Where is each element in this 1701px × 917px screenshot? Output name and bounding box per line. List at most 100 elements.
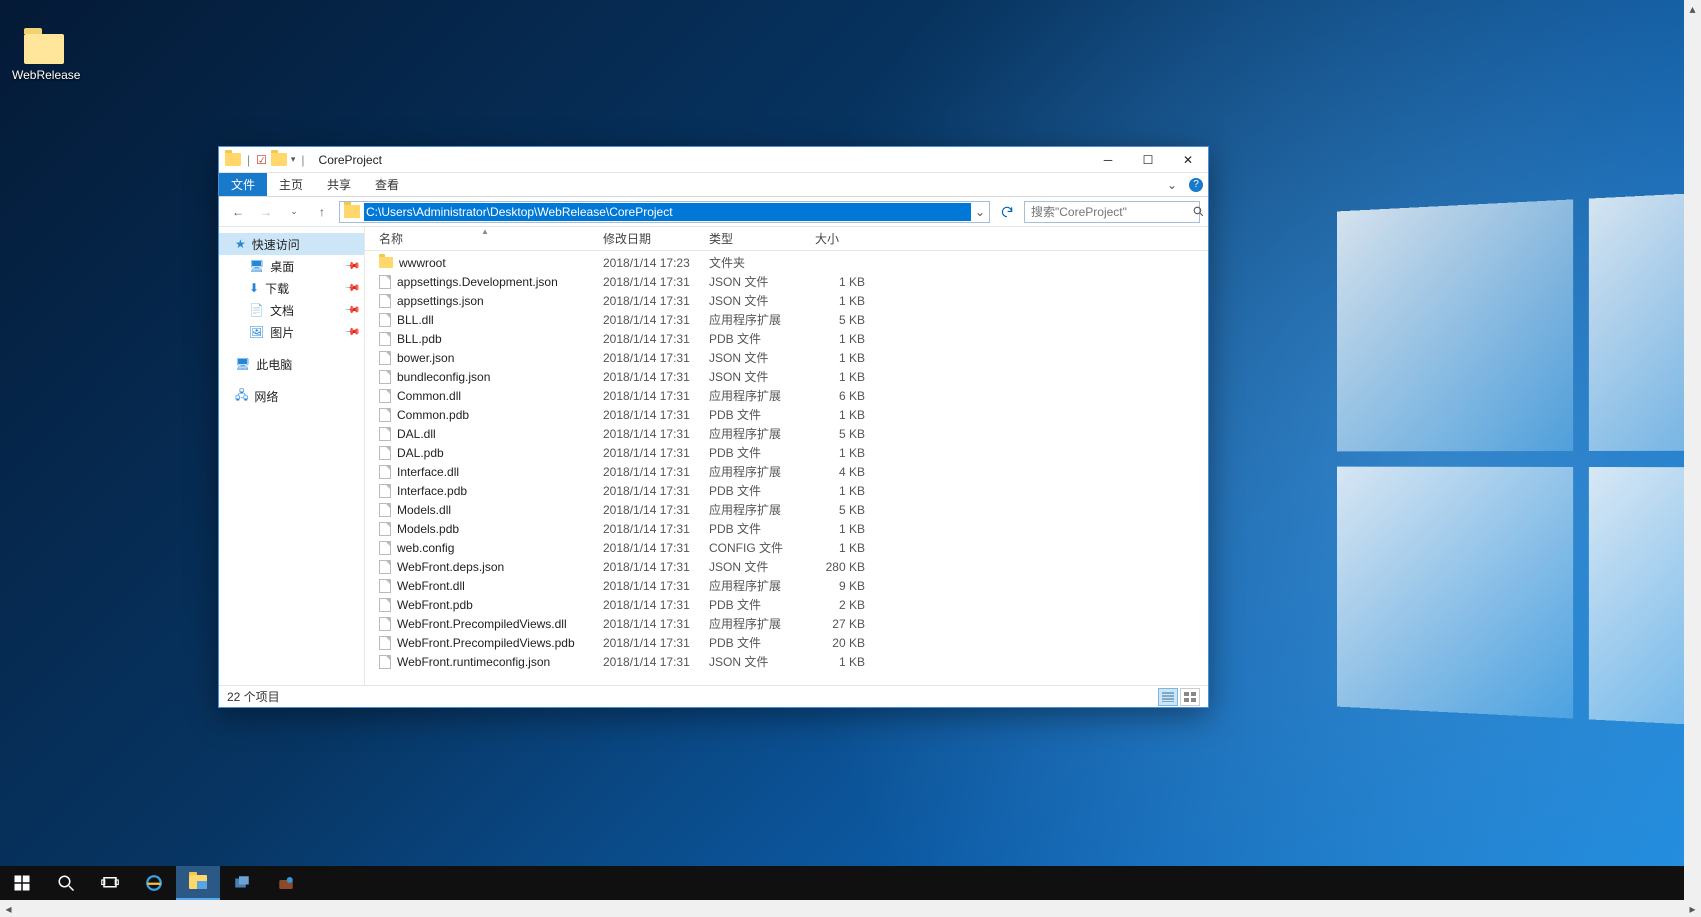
maximize-button[interactable]: ☐ (1128, 147, 1168, 172)
sidebar-item-pictures[interactable]: 🖼图片📌 (233, 321, 364, 343)
file-row[interactable]: DAL.pdb2018/1/14 17:31PDB 文件1 KB (365, 443, 1208, 462)
sidebar-item-label: 桌面 (270, 258, 294, 275)
file-row[interactable]: BLL.dll2018/1/14 17:31应用程序扩展5 KB (365, 310, 1208, 329)
desktop[interactable]: WebRelease | ☑ ▾ | CoreProject ─ ☐ ✕ 文件 … (0, 0, 1701, 917)
file-name: DAL.dll (397, 427, 436, 441)
file-name: bower.json (397, 351, 454, 365)
desktop-icon-webrelease[interactable]: WebRelease (12, 34, 76, 82)
file-type: JSON 文件 (703, 653, 809, 670)
file-row[interactable]: WebFront.dll2018/1/14 17:31应用程序扩展9 KB (365, 576, 1208, 595)
forward-button[interactable]: → (255, 201, 277, 223)
file-row[interactable]: appsettings.Development.json2018/1/14 17… (365, 272, 1208, 291)
sidebar-item-downloads[interactable]: ⬇下载📌 (233, 277, 364, 299)
taskbar-ie[interactable] (132, 866, 176, 900)
file-icon (379, 522, 391, 536)
minimize-button[interactable]: ─ (1088, 147, 1128, 172)
recent-dropdown-icon[interactable]: ⌄ (283, 201, 305, 223)
file-date: 2018/1/14 17:31 (597, 636, 703, 650)
file-row[interactable]: web.config2018/1/14 17:31CONFIG 文件1 KB (365, 538, 1208, 557)
help-button[interactable]: ? (1184, 173, 1208, 196)
file-date: 2018/1/14 17:31 (597, 427, 703, 441)
file-size: 6 KB (809, 389, 871, 403)
view-icons-button[interactable] (1180, 688, 1200, 706)
file-row[interactable]: Common.dll2018/1/14 17:31应用程序扩展6 KB (365, 386, 1208, 405)
file-name: WebFront.pdb (397, 598, 473, 612)
file-row[interactable]: Common.pdb2018/1/14 17:31PDB 文件1 KB (365, 405, 1208, 424)
file-date: 2018/1/14 17:31 (597, 560, 703, 574)
file-date: 2018/1/14 17:31 (597, 579, 703, 593)
browser-hscrollbar[interactable]: ◂ ▸ (0, 900, 1701, 917)
file-row[interactable]: WebFront.PrecompiledViews.dll2018/1/14 1… (365, 614, 1208, 633)
column-size[interactable]: 大小 (809, 230, 871, 247)
column-date[interactable]: 修改日期 (597, 230, 703, 247)
file-row[interactable]: WebFront.PrecompiledViews.pdb2018/1/14 1… (365, 633, 1208, 652)
file-row[interactable]: DAL.dll2018/1/14 17:31应用程序扩展5 KB (365, 424, 1208, 443)
sidebar-item-thispc[interactable]: 🖥此电脑 (219, 353, 364, 375)
pin-icon: 📌 (343, 324, 360, 341)
back-button[interactable]: ← (227, 201, 249, 223)
file-size: 20 KB (809, 636, 871, 650)
file-row[interactable]: WebFront.deps.json2018/1/14 17:31JSON 文件… (365, 557, 1208, 576)
start-button[interactable] (0, 866, 44, 900)
tab-home[interactable]: 主页 (267, 173, 315, 196)
qat-properties-icon[interactable]: ☑ (256, 153, 267, 167)
search-icon[interactable] (1192, 205, 1205, 218)
file-row[interactable]: Interface.pdb2018/1/14 17:31PDB 文件1 KB (365, 481, 1208, 500)
pc-icon: 🖥 (235, 357, 250, 371)
qat-dropdown-icon[interactable]: ▾ (291, 154, 296, 165)
browser-vscrollbar[interactable]: ▴ ▾ (1684, 0, 1701, 917)
folder-icon (379, 257, 393, 268)
taskbar-explorer[interactable] (176, 866, 220, 900)
file-row[interactable]: WebFront.runtimeconfig.json2018/1/14 17:… (365, 652, 1208, 671)
scroll-left-icon[interactable]: ◂ (0, 900, 17, 917)
view-details-button[interactable] (1158, 688, 1178, 706)
file-row[interactable]: bower.json2018/1/14 17:31JSON 文件1 KB (365, 348, 1208, 367)
column-type[interactable]: 类型 (703, 230, 809, 247)
search-box[interactable] (1024, 201, 1200, 223)
sidebar-item-documents[interactable]: 📄文档📌 (233, 299, 364, 321)
sidebar-item-quickaccess[interactable]: ★ 快速访问 (219, 233, 364, 255)
file-icon (379, 465, 391, 479)
file-row[interactable]: appsettings.json2018/1/14 17:31JSON 文件1 … (365, 291, 1208, 310)
file-date: 2018/1/14 17:31 (597, 294, 703, 308)
sidebar-item-network[interactable]: 🖧网络 (219, 385, 364, 407)
tab-file[interactable]: 文件 (219, 173, 267, 196)
close-button[interactable]: ✕ (1168, 147, 1208, 172)
search-button[interactable] (44, 866, 88, 900)
file-row[interactable]: WebFront.pdb2018/1/14 17:31PDB 文件2 KB (365, 595, 1208, 614)
file-row[interactable]: Models.pdb2018/1/14 17:31PDB 文件1 KB (365, 519, 1208, 538)
taskbar-app[interactable] (264, 866, 308, 900)
file-row[interactable]: bundleconfig.json2018/1/14 17:31JSON 文件1… (365, 367, 1208, 386)
file-icon (379, 560, 391, 574)
file-type: JSON 文件 (703, 292, 809, 309)
titlebar[interactable]: | ☑ ▾ | CoreProject ─ ☐ ✕ (219, 147, 1208, 173)
taskbar-server-manager[interactable] (220, 866, 264, 900)
up-button[interactable]: ↑ (311, 201, 333, 223)
file-name: Interface.pdb (397, 484, 467, 498)
ribbon-expand-icon[interactable]: ⌄ (1160, 173, 1184, 196)
address-input[interactable] (364, 203, 971, 221)
taskview-button[interactable] (88, 866, 132, 900)
pin-icon: 📌 (343, 280, 360, 297)
file-type: 应用程序扩展 (703, 577, 809, 594)
file-name: Interface.dll (397, 465, 459, 479)
search-input[interactable] (1025, 203, 1192, 221)
sidebar-item-desktop[interactable]: 🖥桌面📌 (233, 255, 364, 277)
address-dropdown-icon[interactable]: ⌄ (971, 205, 989, 219)
address-bar[interactable]: ⌄ (339, 201, 990, 223)
scroll-up-icon[interactable]: ▴ (1684, 0, 1701, 17)
tab-view[interactable]: 查看 (363, 173, 411, 196)
column-name[interactable]: 名称▲ (373, 230, 597, 247)
file-row[interactable]: BLL.pdb2018/1/14 17:31PDB 文件1 KB (365, 329, 1208, 348)
scroll-right-icon[interactable]: ▸ (1684, 900, 1701, 917)
file-row[interactable]: Interface.dll2018/1/14 17:31应用程序扩展4 KB (365, 462, 1208, 481)
file-list[interactable]: wwwroot2018/1/14 17:23文件夹appsettings.Dev… (365, 251, 1208, 685)
file-date: 2018/1/14 17:31 (597, 465, 703, 479)
taskbar[interactable] (0, 866, 1684, 900)
file-row[interactable]: Models.dll2018/1/14 17:31应用程序扩展5 KB (365, 500, 1208, 519)
file-row[interactable]: wwwroot2018/1/14 17:23文件夹 (365, 253, 1208, 272)
sidebar-item-label: 下载 (265, 280, 289, 297)
refresh-button[interactable] (996, 201, 1018, 223)
tab-share[interactable]: 共享 (315, 173, 363, 196)
nav-pane[interactable]: ★ 快速访问 🖥桌面📌 ⬇下载📌 📄文档📌 🖼图片📌 🖥此电脑 🖧网络 (219, 227, 365, 685)
